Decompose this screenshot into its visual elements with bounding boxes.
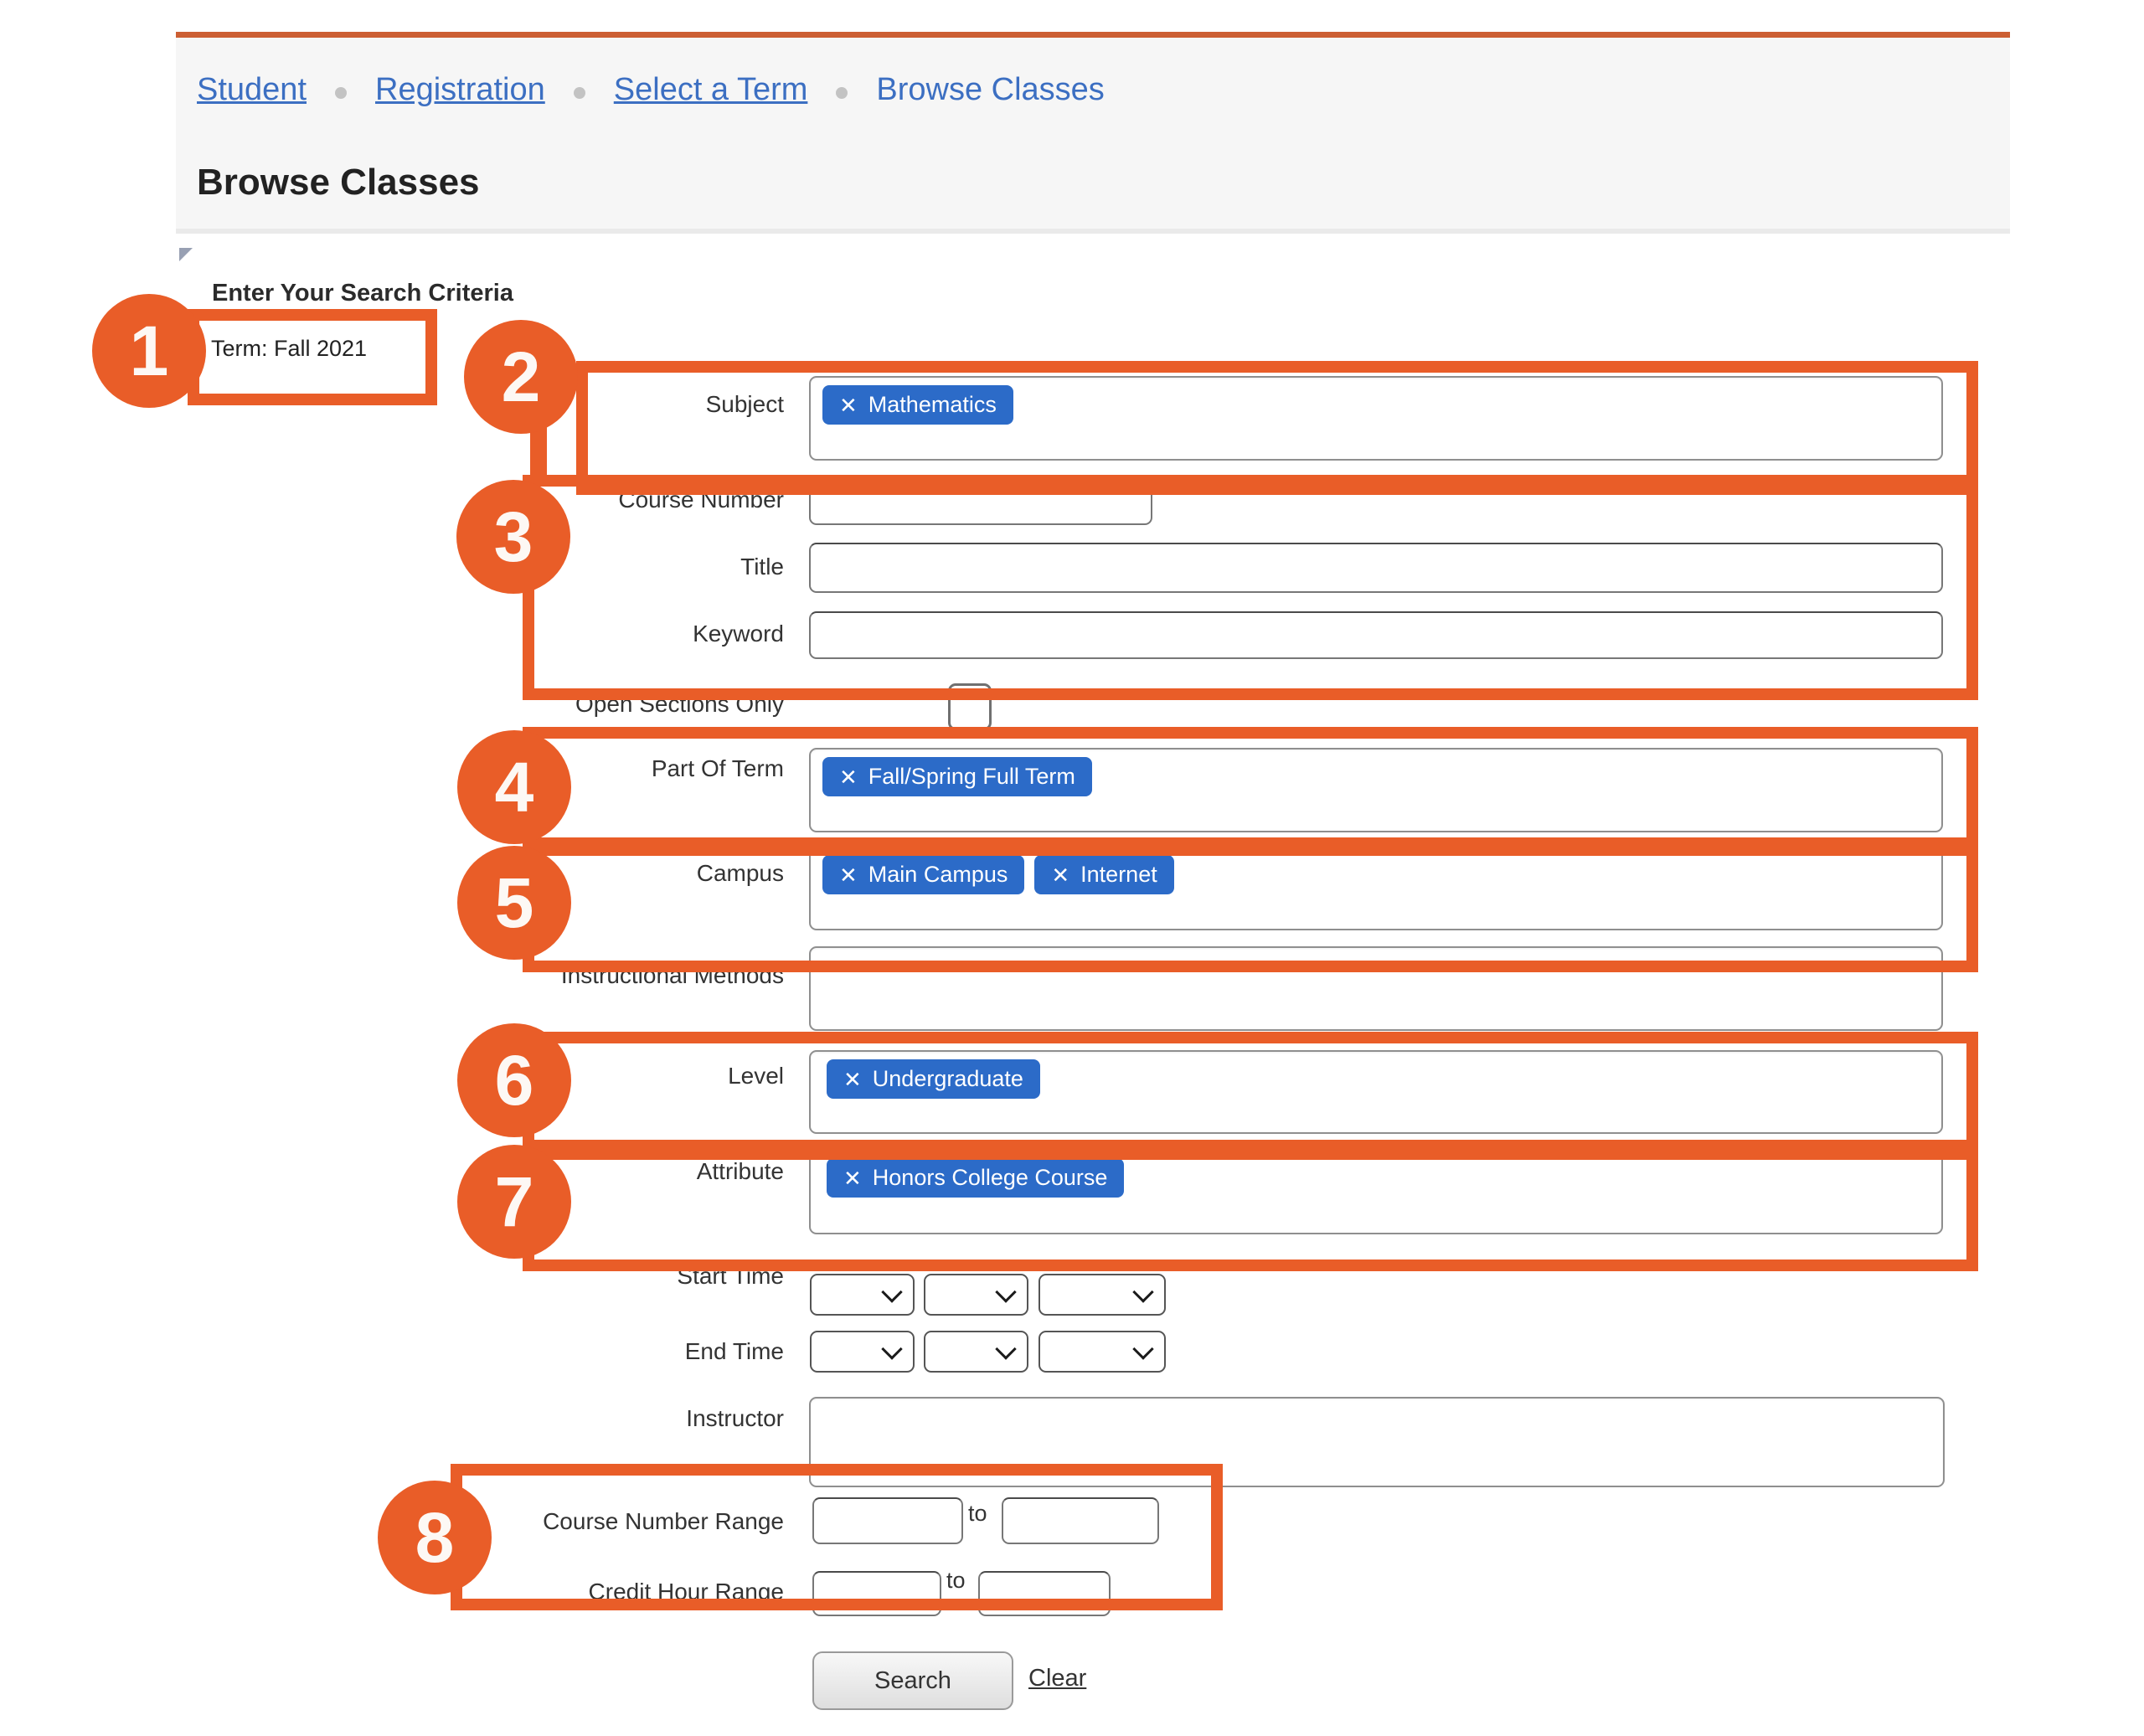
browse-classes-page: Student Registration Select a Term Brows…: [0, 0, 2144, 1736]
course-number-range-from-input[interactable]: [812, 1497, 963, 1544]
breadcrumb-separator-dot: [335, 87, 347, 99]
callout-circle-8: 8: [378, 1481, 492, 1594]
callout-circle-7: 7: [457, 1145, 571, 1259]
credit-hour-range-to-label: to: [946, 1568, 966, 1594]
course-number-range-to-input[interactable]: [1002, 1497, 1159, 1544]
campus-tag-internet[interactable]: ✕ Internet: [1034, 855, 1173, 894]
course-number-input[interactable]: [809, 477, 1152, 525]
callout-circle-3: 3: [456, 480, 570, 594]
tag-label: Undergraduate: [873, 1066, 1023, 1092]
breadcrumb-item-browse-classes: Browse Classes: [876, 72, 1104, 108]
attribute-tag-honors-college-course[interactable]: ✕ Honors College Course: [827, 1158, 1124, 1198]
remove-tag-icon[interactable]: ✕: [843, 1069, 862, 1090]
start-time-label: Start Time: [251, 1262, 784, 1290]
subject-multiselect[interactable]: ✕ Mathematics: [809, 376, 1943, 461]
instructional-methods-multiselect[interactable]: [809, 946, 1943, 1031]
remove-tag-icon[interactable]: ✕: [839, 766, 858, 788]
panel-corner-triangle-icon: [179, 248, 193, 261]
header-accent-line: [176, 32, 2010, 38]
chevron-down-icon: [881, 1338, 902, 1359]
chevron-down-icon: [995, 1281, 1016, 1302]
keyword-input[interactable]: [809, 611, 1943, 659]
credit-hour-range-to-input[interactable]: [978, 1571, 1111, 1616]
credit-hour-range-label: Credit Hour Range: [251, 1578, 784, 1606]
end-time-label: End Time: [251, 1337, 784, 1366]
chevron-down-icon: [1132, 1281, 1153, 1302]
remove-tag-icon[interactable]: ✕: [839, 394, 858, 416]
callout-circle-1: 1: [92, 294, 206, 408]
level-tag-undergraduate[interactable]: ✕ Undergraduate: [827, 1059, 1040, 1099]
start-time-meridiem-select[interactable]: [1038, 1274, 1166, 1316]
credit-hour-range-from-input[interactable]: [812, 1571, 941, 1616]
page-header: [176, 38, 2010, 234]
remove-tag-icon[interactable]: ✕: [1051, 864, 1069, 886]
instructor-multiselect[interactable]: [809, 1397, 1945, 1487]
attribute-multiselect[interactable]: ✕ Honors College Course: [809, 1149, 1943, 1234]
chevron-down-icon: [881, 1281, 902, 1302]
level-multiselect[interactable]: ✕ Undergraduate: [809, 1050, 1943, 1134]
subject-tag-mathematics[interactable]: ✕ Mathematics: [822, 385, 1013, 425]
chevron-down-icon: [995, 1338, 1016, 1359]
breadcrumb-item-student[interactable]: Student: [197, 72, 307, 108]
tag-label: Fall/Spring Full Term: [868, 764, 1075, 790]
open-sections-only-label: Open Sections Only: [251, 690, 784, 719]
tag-label: Internet: [1080, 862, 1157, 888]
callout-circle-4: 4: [457, 730, 571, 844]
campus-tag-main-campus[interactable]: ✕ Main Campus: [822, 855, 1024, 894]
title-input[interactable]: [809, 543, 1943, 593]
end-time-meridiem-select[interactable]: [1038, 1331, 1166, 1373]
breadcrumb-item-select-a-term[interactable]: Select a Term: [614, 72, 808, 108]
open-sections-only-checkbox[interactable]: [948, 683, 992, 730]
course-number-range-to-label: to: [968, 1501, 987, 1527]
search-criteria-heading: Enter Your Search Criteria: [212, 280, 513, 307]
tag-label: Mathematics: [868, 392, 997, 418]
search-button[interactable]: Search: [812, 1651, 1013, 1710]
chevron-down-icon: [1132, 1338, 1153, 1359]
page-title: Browse Classes: [197, 162, 480, 203]
breadcrumb-separator-dot: [574, 87, 585, 99]
clear-link[interactable]: Clear: [1028, 1665, 1086, 1692]
breadcrumb: Student Registration Select a Term Brows…: [197, 72, 1105, 108]
end-time-hour-select[interactable]: [810, 1331, 915, 1373]
campus-multiselect[interactable]: ✕ Main Campus ✕ Internet: [809, 846, 1943, 930]
callout-circle-6: 6: [457, 1023, 571, 1137]
keyword-label: Keyword: [251, 620, 784, 648]
term-label: Term: Fall 2021: [211, 336, 367, 362]
instructor-label: Instructor: [251, 1404, 784, 1433]
start-time-minute-select[interactable]: [924, 1274, 1028, 1316]
part-of-term-tag-fall-spring-full-term[interactable]: ✕ Fall/Spring Full Term: [822, 757, 1092, 796]
breadcrumb-item-registration[interactable]: Registration: [375, 72, 545, 108]
remove-tag-icon[interactable]: ✕: [843, 1167, 862, 1189]
part-of-term-multiselect[interactable]: ✕ Fall/Spring Full Term: [809, 748, 1943, 832]
callout-circle-5: 5: [457, 846, 571, 960]
breadcrumb-separator-dot: [836, 87, 848, 99]
start-time-hour-select[interactable]: [810, 1274, 915, 1316]
tag-label: Honors College Course: [873, 1165, 1108, 1191]
course-number-range-label: Course Number Range: [251, 1507, 784, 1536]
remove-tag-icon[interactable]: ✕: [839, 864, 858, 886]
instructional-methods-label: Instructional Methods: [251, 961, 784, 990]
callout-circle-2: 2: [464, 320, 578, 434]
tag-label: Main Campus: [868, 862, 1008, 888]
end-time-minute-select[interactable]: [924, 1331, 1028, 1373]
